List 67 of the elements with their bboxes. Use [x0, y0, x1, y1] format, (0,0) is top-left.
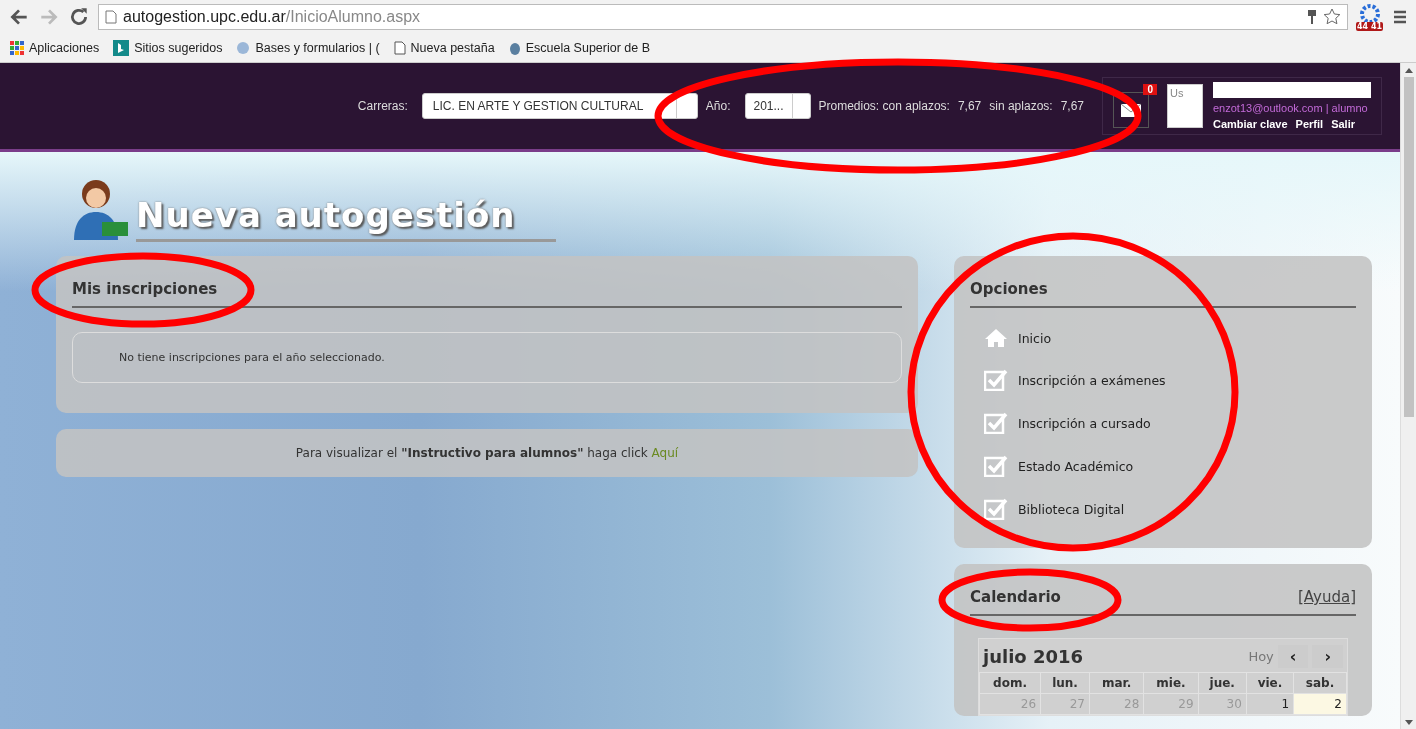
year-dropdown[interactable]: 201...	[744, 93, 811, 119]
star-icon[interactable]	[1323, 8, 1341, 26]
bing-logo-icon	[113, 40, 130, 56]
bookmark-item[interactable]: Nueva pestaña	[393, 41, 495, 55]
account-link[interactable]: Cambiar clave	[1213, 118, 1288, 130]
broken-avatar-image: Us	[1167, 84, 1203, 128]
next-button[interactable]: ›	[1312, 645, 1343, 668]
card-title: Opciones	[970, 280, 1048, 298]
globe-icon	[236, 41, 251, 55]
scroll-up-icon[interactable]	[1404, 67, 1413, 73]
option-menu-item[interactable]: Inscripción a cursado	[984, 412, 1342, 434]
user-email: enzot13@outlook.com | alumno	[1213, 102, 1369, 114]
checkbox-check-icon	[984, 412, 1008, 434]
card-title: Mis inscripciones	[72, 280, 218, 298]
calendar-month: julio 2016	[983, 646, 1084, 667]
page-icon	[105, 10, 117, 24]
weekday-header: lun.	[1040, 672, 1090, 694]
weekday-header: jue.	[1198, 672, 1247, 694]
gear-icon	[1358, 3, 1382, 23]
page-icon	[393, 41, 406, 55]
checkbox-check-icon	[984, 498, 1008, 520]
averages-label: Promedios: con aplazos:	[818, 99, 950, 113]
weekday-header: mie.	[1143, 672, 1199, 694]
messages-button[interactable]	[1113, 92, 1149, 128]
option-menu-item[interactable]: Inicio	[984, 328, 1342, 348]
weekday-header: sab.	[1293, 672, 1347, 694]
bookmark-item[interactable]: Bases y formularios | (	[236, 41, 380, 55]
career-dropdown[interactable]: LIC. EN ARTE Y GESTION CULTURAL	[421, 93, 698, 119]
key-icon	[1307, 9, 1317, 25]
extension-button[interactable]: 44 41	[1356, 3, 1384, 31]
account-link[interactable]: Perfil	[1295, 118, 1324, 130]
site-title: Nueva autogestión	[136, 195, 556, 242]
crest-icon	[508, 41, 521, 55]
careers-label: Carreras:	[357, 99, 408, 113]
reload-icon[interactable]	[68, 6, 90, 28]
scrollbar-thumb[interactable]	[1403, 77, 1414, 417]
bookmark-item[interactable]: Aplicaciones	[10, 41, 100, 55]
help-link[interactable]: [Ayuda]	[1297, 588, 1356, 606]
extension-badge: 44 41	[1356, 22, 1384, 31]
previous-button[interactable]: ‹	[1277, 645, 1309, 668]
averages-label: sin aplazos:	[989, 99, 1053, 113]
year-label: Año:	[705, 99, 731, 113]
bookmark-item[interactable]: Escuela Superior de B	[508, 41, 651, 55]
url-host: autogestion.upc.edu.ar	[123, 8, 286, 25]
menu-icon[interactable]	[1392, 9, 1408, 25]
home-icon	[984, 328, 1008, 348]
average-value: 7,67	[957, 99, 982, 113]
empty-message: No tiene inscripciones para el año seleccionado.	[72, 332, 902, 383]
option-menu-item[interactable]: Estado Académico	[984, 455, 1342, 477]
weekday-header: vie.	[1246, 672, 1294, 694]
weekday-header: dom.	[979, 672, 1041, 694]
address-bar[interactable]: autogestion.upc.edu.ar/InicioAlumno.aspx	[98, 4, 1348, 30]
guide-text: Para visualizar el "Instructivo para alumnos" haga click Aquí	[295, 446, 679, 460]
option-menu-item[interactable]: Inscripción a exámenes	[984, 369, 1342, 391]
weekday-header: mar.	[1089, 672, 1144, 694]
bookmark-item[interactable]: Sitios sugeridos	[113, 40, 223, 56]
card-title: Calendario	[970, 588, 1061, 606]
calendar-day[interactable]: 1	[1246, 693, 1294, 715]
option-menu-item[interactable]: Biblioteca Digital	[984, 498, 1342, 520]
message-count-badge: 0	[1143, 84, 1157, 95]
apps-grid-icon	[10, 41, 24, 55]
account-link[interactable]: Salir	[1331, 118, 1355, 130]
checkbox-check-icon	[984, 455, 1008, 477]
average-value: 7,67	[1060, 99, 1084, 113]
url-path: /InicioAlumno.aspx	[285, 8, 421, 25]
scroll-down-icon[interactable]	[1404, 720, 1413, 726]
checkbox-check-icon	[984, 369, 1008, 391]
